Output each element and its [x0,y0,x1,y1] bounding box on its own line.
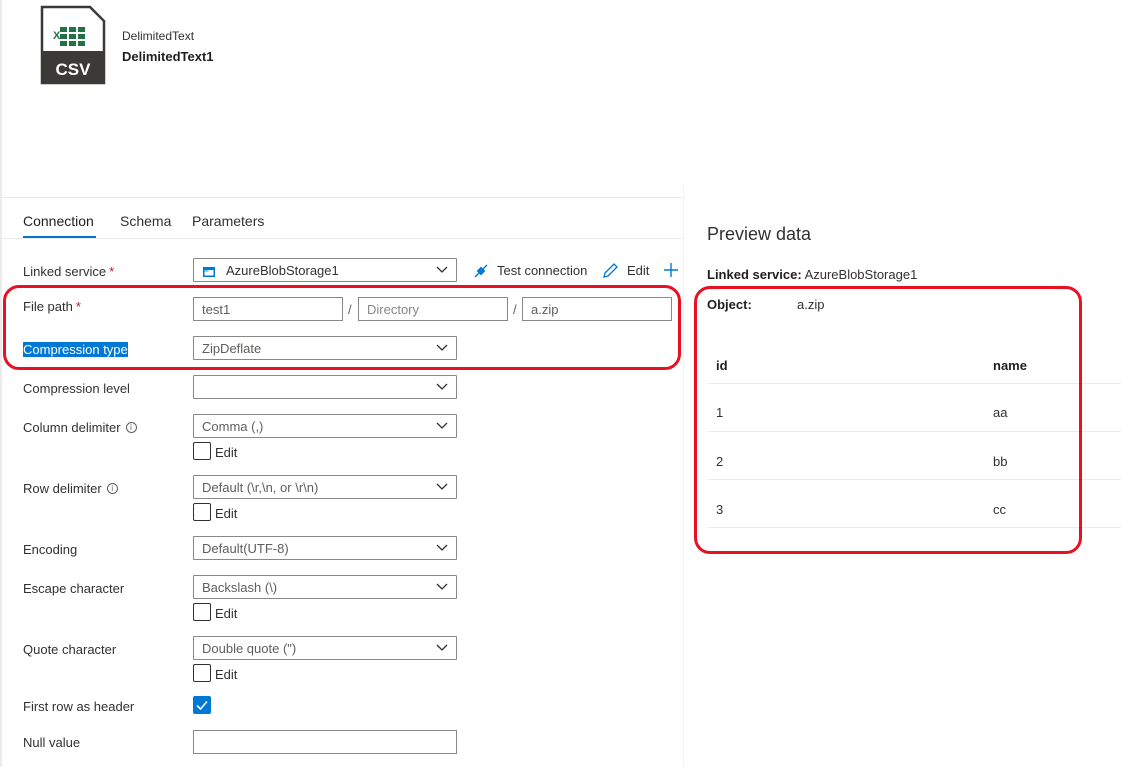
add-linked-service-button[interactable] [663,262,679,281]
compression-level-label: Compression level [23,381,130,396]
preview-linked-service: Linked service: AzureBlobStorage1 [707,267,918,282]
info-icon[interactable]: i [106,483,118,494]
plus-icon [664,263,678,277]
encoding-label: Encoding [23,542,78,557]
first-row-header-label: First row as header [23,699,135,714]
svg-text:X: X [53,30,61,42]
row-delimiter-edit-checkbox[interactable] [193,503,211,521]
edit-checkbox-label: Edit [215,667,238,682]
edit-checkbox-label: Edit [215,606,238,621]
edit-checkbox-label: Edit [215,445,238,460]
tab-schema[interactable]: Schema [120,213,171,229]
tabs-divider [2,238,682,239]
csv-icon-text: CSV [56,60,92,79]
chevron-down-icon [436,383,448,390]
chevron-down-icon [436,644,448,651]
null-value-label: Null value [23,735,81,750]
preview-title: Preview data [707,224,812,244]
row-delimiter-dropdown[interactable]: Default (\r,\n, or \r\n) [193,475,457,499]
chevron-down-icon [436,583,448,590]
quote-character-value: Double quote (") [202,641,297,656]
first-row-header-checkbox[interactable] [193,696,211,714]
linked-service-dropdown[interactable]: AzureBlobStorage1 [193,258,457,282]
chevron-down-icon [436,266,448,273]
linked-service-value: AzureBlobStorage1 [226,263,339,278]
quote-character-edit-checkbox[interactable] [193,664,211,682]
tab-parameters[interactable]: Parameters [192,213,264,229]
edit-label: Edit [627,263,650,278]
quote-character-label: Quote character [23,642,117,657]
escape-character-edit-checkbox[interactable] [193,603,211,621]
edit-checkbox-label: Edit [215,506,238,521]
left-border [0,0,2,767]
column-delimiter-edit-checkbox[interactable] [193,442,211,460]
column-delimiter-label: Column delimiter i [23,420,137,435]
null-value-input[interactable] [193,730,457,754]
storage-icon [203,265,215,280]
test-connection-label: Test connection [497,263,588,278]
chevron-down-icon [436,483,448,490]
chevron-down-icon [436,544,448,551]
pencil-icon [603,263,618,278]
row-delimiter-label: Row delimiter i [23,481,118,496]
csv-file-icon: X CSV [40,5,106,85]
header-divider [2,197,682,198]
highlight-box-left [3,285,681,370]
row-delimiter-value: Default (\r,\n, or \r\n) [202,480,319,495]
compression-level-dropdown[interactable] [193,375,457,399]
chevron-down-icon [436,422,448,429]
dataset-type: DelimitedText [122,29,195,43]
encoding-value: Default(UTF-8) [202,541,289,556]
info-icon[interactable]: i [125,422,137,433]
escape-character-dropdown[interactable]: Backslash (\) [193,575,457,599]
escape-character-label: Escape character [23,581,125,596]
plug-icon [474,264,488,278]
escape-character-value: Backslash (\) [202,580,278,595]
checkmark-icon [196,700,208,711]
encoding-dropdown[interactable]: Default(UTF-8) [193,536,457,560]
linked-service-label: Linked service * [23,264,115,279]
highlight-box-right [694,286,1082,554]
dataset-name: DelimitedText1 [122,49,214,64]
column-delimiter-value: Comma (,) [202,419,264,434]
column-delimiter-dropdown[interactable]: Comma (,) [193,414,457,438]
tab-connection[interactable]: Connection [23,213,94,229]
quote-character-dropdown[interactable]: Double quote (") [193,636,457,660]
